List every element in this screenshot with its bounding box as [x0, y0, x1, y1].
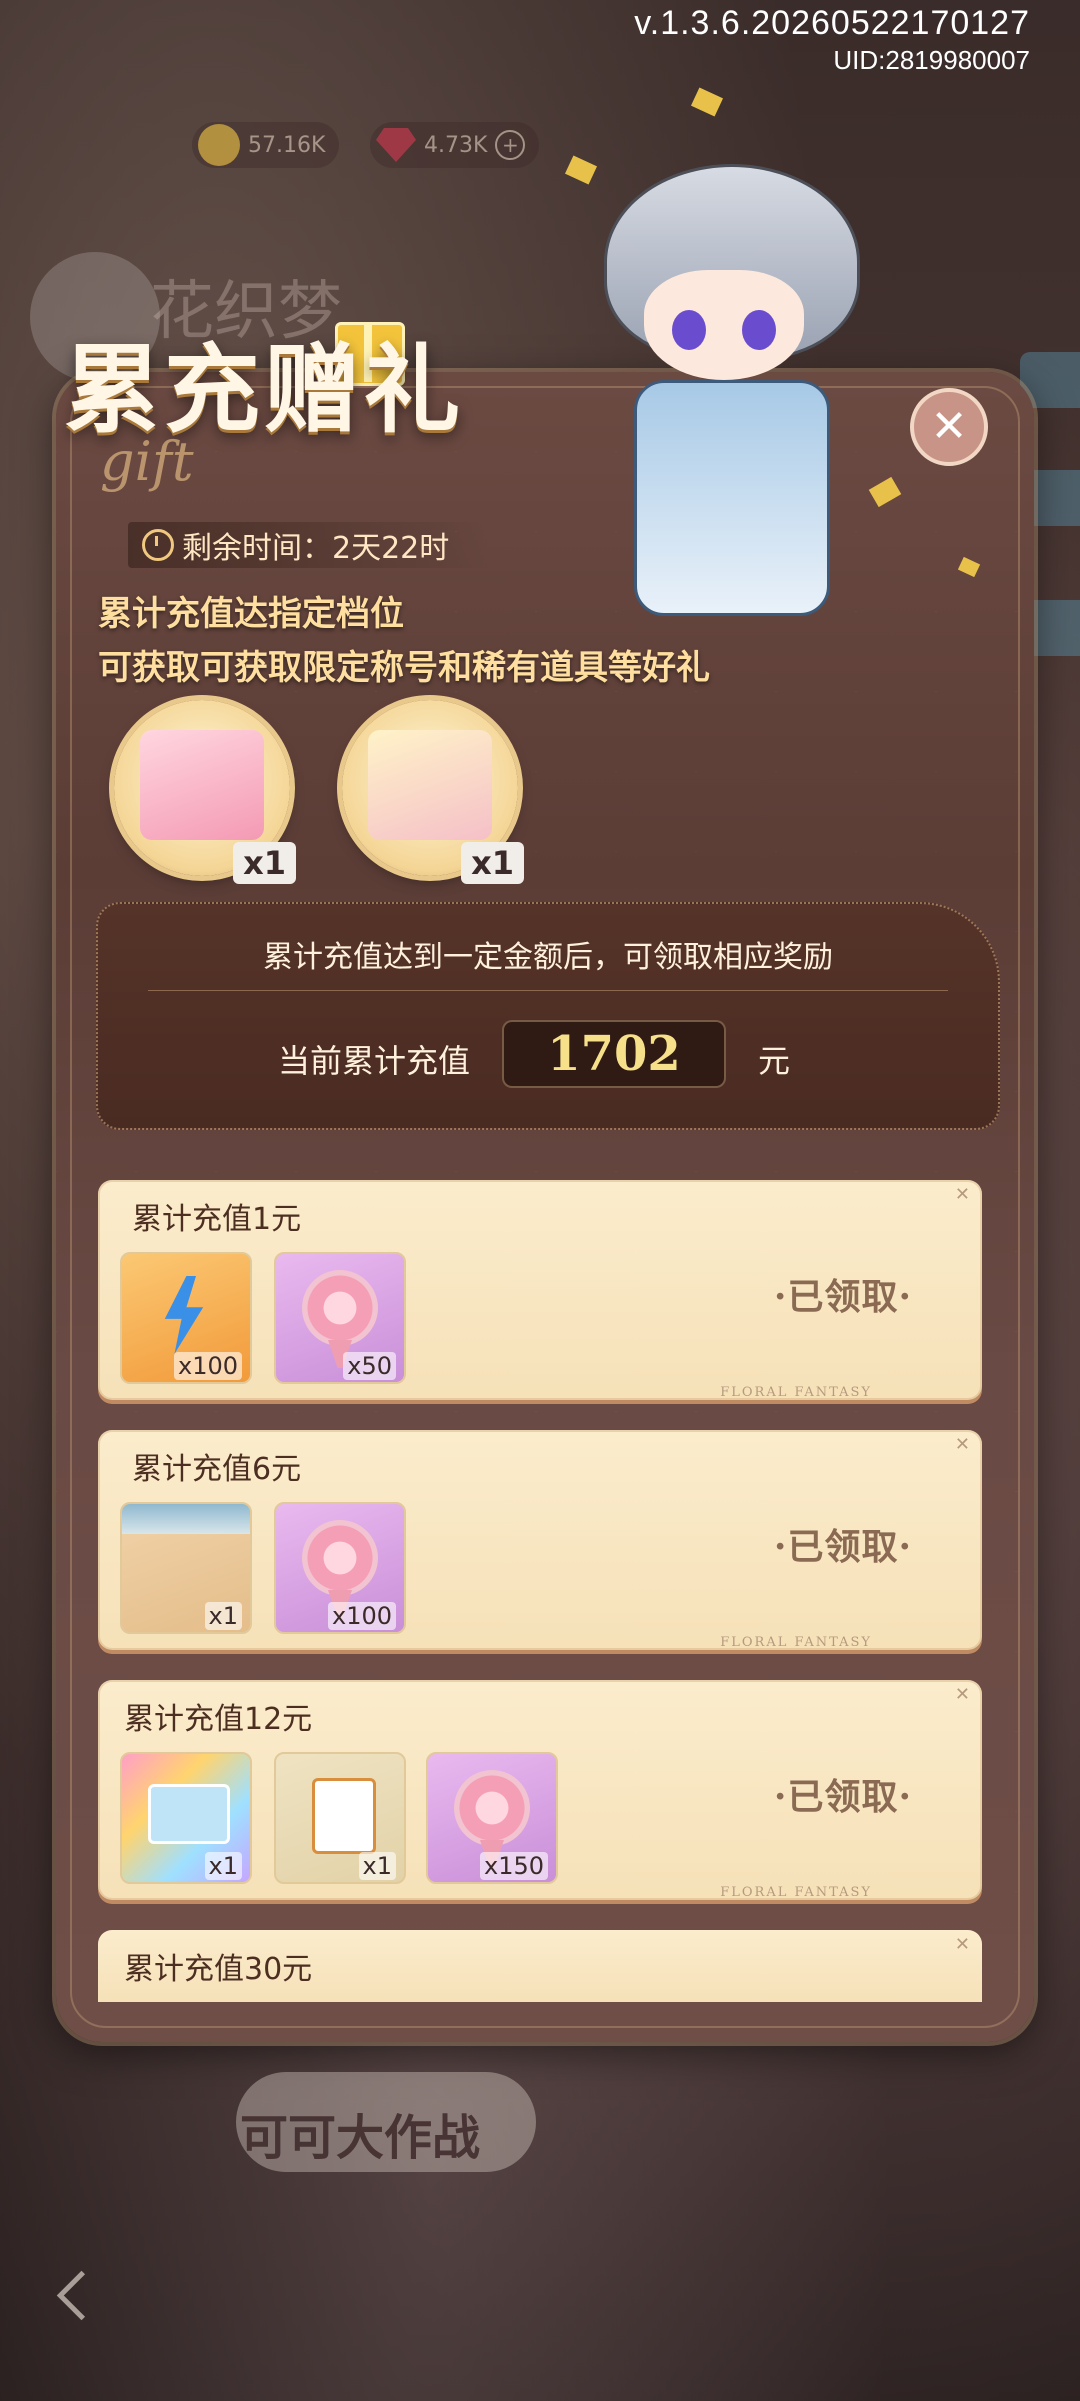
corner-decoration: ✕ [954, 1434, 970, 1455]
description-line-2: 可获取可获取限定称号和稀有道具等好礼 [98, 648, 710, 688]
claimed-status: ·已领取· [773, 1776, 912, 1818]
reward-item[interactable]: x1 [120, 1752, 252, 1884]
cupid-card-icon [368, 730, 492, 840]
tier-title: 累计充值30元 [124, 1952, 313, 1987]
divider [148, 990, 948, 991]
reward-count: x50 [343, 1352, 396, 1380]
floral-watermark: FLORAL FANTASY [720, 1635, 872, 1650]
letter-envelope-icon [148, 1784, 230, 1844]
corner-decoration: ✕ [954, 1684, 970, 1705]
tier-title: 累计充值12元 [124, 1702, 313, 1737]
tier-title: 累计充值6元 [132, 1452, 302, 1487]
reward-item[interactable]: x100 [274, 1502, 406, 1634]
gold-coin-icon [198, 124, 240, 166]
currency-unit: 元 [758, 1042, 791, 1080]
gem-amount: 4.73K [424, 132, 488, 158]
featured-reward-count: x1 [461, 842, 524, 884]
pink-bed-icon [140, 730, 264, 840]
reward-item[interactable]: x50 [274, 1252, 406, 1384]
claimed-status: ·已领取· [773, 1526, 912, 1568]
gold-currency: 57.16K [192, 122, 340, 168]
gem-currency: 4.73K + [370, 122, 540, 168]
tier-card: ✕ 累计充值12元 x1 x1 x150 ·已领取· FLORAL FANTAS… [98, 1680, 982, 1900]
remaining-time-bar: 剩余时间：2天22时 [128, 522, 490, 568]
rose-bouquet-icon [454, 1770, 530, 1846]
character-body [634, 380, 830, 616]
mascot-character [574, 150, 884, 620]
character-eye [672, 310, 706, 350]
reward-item[interactable]: x150 [426, 1752, 558, 1884]
featured-reward-2[interactable]: x1 [342, 700, 524, 884]
gold-amount: 57.16K [248, 132, 326, 158]
beach-background-icon [122, 1504, 250, 1534]
corner-decoration: ✕ [954, 1934, 970, 1955]
remaining-time-text: 剩余时间：2天22时 [182, 531, 450, 566]
rose-bouquet-icon [302, 1270, 378, 1346]
progress-hint: 累计充值达到一定金额后，可领取相应奖励 [263, 940, 833, 975]
corner-decoration: ✕ [954, 1184, 970, 1205]
reward-item[interactable]: x1 [120, 1502, 252, 1634]
reward-item[interactable]: x100 [120, 1252, 252, 1384]
reward-count: x1 [204, 1602, 242, 1630]
featured-reward-count: x1 [233, 842, 296, 884]
reward-item[interactable]: x1 [274, 1752, 406, 1884]
reward-count: x150 [479, 1852, 548, 1880]
energy-bolt-icon [164, 1276, 204, 1354]
reward-count: x1 [204, 1852, 242, 1880]
character-face [644, 270, 804, 380]
background-button-label: 可可大作战 [240, 2110, 481, 2166]
tier-card: ✕ 累计充值1元 x100 x50 ·已领取· FLORAL FANTASY [98, 1180, 982, 1400]
calendar-icon [312, 1778, 376, 1854]
reward-count: x1 [358, 1852, 396, 1880]
close-button[interactable]: ✕ [910, 388, 988, 466]
current-recharge-value: 1702 [502, 1020, 726, 1088]
rose-bouquet-icon [302, 1520, 378, 1596]
panel-title-script: gift [100, 430, 194, 493]
gem-icon [376, 128, 416, 162]
version-text: v.1.3.6.20260522170127 [634, 4, 1030, 42]
reward-count: x100 [173, 1352, 242, 1380]
floral-watermark: FLORAL FANTASY [720, 1385, 872, 1400]
current-recharge-label: 当前累计充值 [278, 1042, 471, 1080]
floral-watermark: FLORAL FANTASY [720, 1885, 872, 1900]
character-eye [742, 310, 776, 350]
recharge-progress-box: 累计充值达到一定金额后，可领取相应奖励 当前累计充值 1702 元 [96, 902, 1000, 1130]
tier-card: ✕ 累计充值30元 [98, 1930, 982, 2002]
version-info: v.1.3.6.20260522170127 UID:2819980007 [634, 4, 1030, 76]
featured-reward-1[interactable]: x1 [114, 700, 296, 884]
tier-title: 累计充值1元 [132, 1202, 302, 1237]
uid-text: UID:2819980007 [833, 45, 1030, 75]
reward-count: x100 [327, 1602, 396, 1630]
tier-card: ✕ 累计充值6元 x1 x100 ·已领取· FLORAL FANTASY [98, 1430, 982, 1650]
clock-icon [142, 529, 174, 561]
claimed-status: ·已领取· [773, 1276, 912, 1318]
description-line-1: 累计充值达指定档位 [98, 594, 404, 634]
close-icon: ✕ [930, 401, 968, 452]
add-gems-icon[interactable]: + [495, 130, 526, 160]
